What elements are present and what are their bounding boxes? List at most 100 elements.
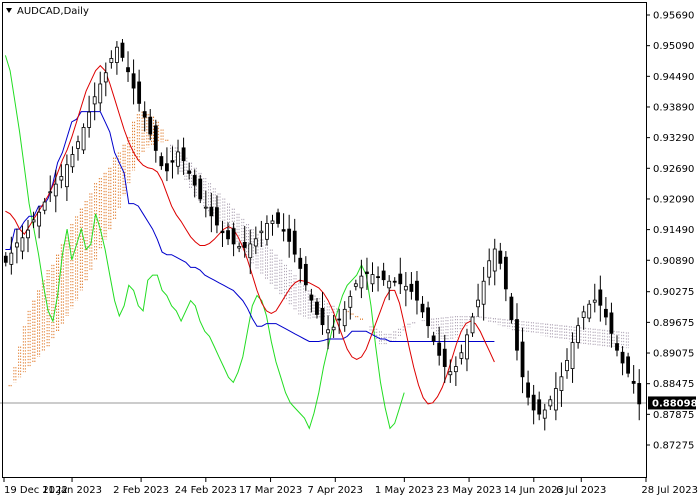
candle-body <box>481 280 486 305</box>
candle-body <box>420 303 425 313</box>
candle-body <box>148 116 153 135</box>
candle-body <box>14 242 19 248</box>
candle-body <box>376 276 380 279</box>
candle-body <box>470 316 475 334</box>
y-tick-label: 0.87875 <box>653 410 694 421</box>
chart-canvas: 0.95690 0.95090 0.94490 0.93890 0.93290 0.926… <box>0 0 700 500</box>
window-title: AUDCAD,Daily <box>17 6 89 17</box>
candle-body <box>215 207 219 226</box>
candle-body <box>126 67 130 73</box>
candle-body <box>398 273 403 285</box>
candle-body <box>337 318 342 321</box>
candle-body <box>520 341 525 378</box>
candle-body <box>303 263 308 286</box>
candle-body <box>498 250 503 264</box>
candle-body <box>359 275 364 289</box>
candle-body <box>309 294 314 301</box>
candle-body <box>315 301 319 315</box>
candle-body <box>176 151 180 167</box>
y-tick-label: 0.93890 <box>653 102 694 113</box>
candle-body <box>292 230 297 255</box>
candle-body <box>209 206 214 217</box>
y-tick-label: 0.92090 <box>653 194 694 205</box>
candle-body <box>103 72 108 83</box>
y-tick-label: 0.88475 <box>653 379 694 390</box>
candle-body <box>187 170 192 174</box>
candle-body <box>492 248 497 272</box>
candle-body <box>565 360 569 372</box>
candle-body <box>503 256 508 290</box>
candle-body <box>287 228 292 242</box>
candle-body <box>203 206 208 209</box>
candle-body <box>442 348 447 367</box>
candle-body <box>42 201 47 211</box>
candle-body <box>476 299 480 308</box>
candle-body <box>626 356 631 374</box>
candle <box>198 174 203 204</box>
candle-body <box>537 399 542 415</box>
candle-body <box>220 230 225 234</box>
candle-body <box>65 164 69 188</box>
chart-title: AUDCAD,Daily <box>6 6 89 17</box>
x-tick-label: 2 Feb 2023 <box>113 485 169 496</box>
candle-body <box>192 175 197 186</box>
x-tick-label: 28 Jul 2023 <box>641 485 698 496</box>
candle-body <box>553 388 558 411</box>
candle-body <box>76 141 80 149</box>
candle-body <box>559 376 564 391</box>
y-tick-label: 0.91490 <box>653 225 694 236</box>
x-tick-label: 24 Feb 2023 <box>175 485 237 496</box>
x-tick-label: 7 Apr 2023 <box>308 485 363 496</box>
candle-body <box>276 212 280 224</box>
candle-body <box>170 160 175 163</box>
candle-body <box>115 46 119 63</box>
candle-body <box>137 81 142 104</box>
candle-body <box>70 154 75 168</box>
x-tick-label: 6 Jul 2023 <box>556 485 606 496</box>
candle-body <box>248 243 253 259</box>
candle-body <box>431 335 436 342</box>
candle-body <box>615 343 619 351</box>
candle-body <box>259 230 264 234</box>
x-tick-label: 23 May 2023 <box>436 485 501 496</box>
x-tick-label: 11 Jan 2023 <box>42 485 102 496</box>
candle-body <box>181 147 186 162</box>
y-tick-label: 0.95690 <box>653 11 694 22</box>
candle-body <box>409 283 414 292</box>
candle-body <box>415 280 419 301</box>
candle-body <box>159 156 164 167</box>
y-tick-label: 0.93290 <box>653 133 694 144</box>
candle-body <box>570 342 575 370</box>
y-tick-label: 0.89675 <box>653 318 694 329</box>
candle-body <box>270 220 275 224</box>
price-tag-label: 0.88098 <box>652 398 698 409</box>
candle <box>509 292 514 324</box>
candle-body <box>453 366 458 373</box>
candle-body <box>153 125 158 151</box>
candle-body <box>131 73 136 89</box>
candle-body <box>381 270 386 281</box>
candle-body <box>31 219 36 223</box>
candle-body <box>165 163 169 172</box>
current-price-tag: 0.88098 <box>648 396 698 410</box>
candle-body <box>242 241 247 248</box>
candle-body <box>526 382 530 398</box>
candle-body <box>237 246 242 249</box>
candle-body <box>609 312 614 334</box>
candle-body <box>98 83 103 104</box>
candle-body <box>348 296 353 308</box>
candle-body <box>487 260 492 278</box>
candle-body <box>392 280 397 283</box>
x-tick-label: 14 Jun 2023 <box>504 485 564 496</box>
candle-body <box>620 351 625 364</box>
candle-body <box>448 371 453 376</box>
candle-body <box>598 289 603 306</box>
candle-body <box>265 223 269 240</box>
candle-body <box>576 325 580 343</box>
x-tick-label: 1 May 2023 <box>375 485 434 496</box>
candle-body <box>226 230 230 240</box>
candle-body <box>548 399 553 407</box>
y-tick-label: 0.94490 <box>653 72 694 83</box>
candle-body <box>231 228 236 245</box>
y-tick-label: 0.90890 <box>653 256 694 267</box>
